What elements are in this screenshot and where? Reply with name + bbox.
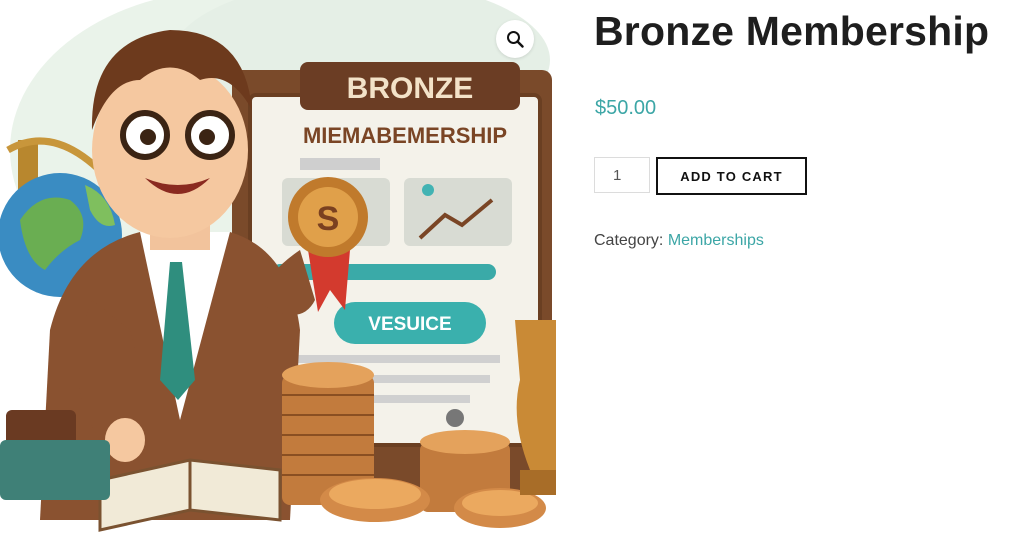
add-to-cart-button[interactable]: ADD TO CART [656,157,807,195]
category-link[interactable]: Memberships [668,232,764,249]
svg-text:S: S [317,200,340,238]
product-title: Bronze Membership [594,8,990,54]
product-image[interactable]: BRONZE MIEMABEMERSHIP VESUICE S [0,0,556,557]
membership-illustration: BRONZE MIEMABEMERSHIP VESUICE S [0,0,556,532]
zoom-button[interactable] [496,20,534,58]
svg-text:MIEMABEMERSHIP: MIEMABEMERSHIP [303,123,507,148]
category-label: Category: [594,232,664,249]
product-category: Category: Memberships [594,232,764,250]
svg-text:VESUICE: VESUICE [368,314,451,335]
product-price: $50.00 [595,97,657,119]
search-icon [507,31,524,48]
quantity-input[interactable] [594,157,650,193]
svg-text:BRONZE: BRONZE [347,72,474,105]
